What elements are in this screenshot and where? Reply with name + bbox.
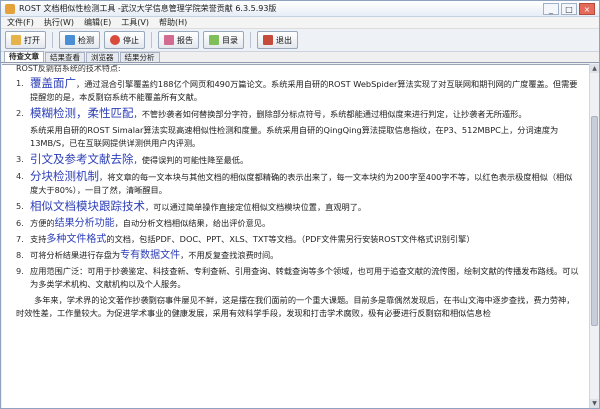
window-controls: _ □ × xyxy=(543,2,595,15)
closing-paragraph: 多年来，学术界的论文著作抄袭剽窃事件屡见不鲜，这是摆在我们面前的一个重大课题。目… xyxy=(16,295,575,318)
toolbar-divider xyxy=(250,32,251,48)
exit-button[interactable]: 退出 xyxy=(257,31,298,49)
minimize-button[interactable]: _ xyxy=(543,2,559,15)
stop-button[interactable]: 停止 xyxy=(104,31,145,49)
item-text: 引文及参考文献去除，使得误判的可能性降至最低。 xyxy=(30,153,580,167)
item-keyword: 相似文档模块跟踪技术 xyxy=(30,199,145,213)
list-item: 4. 分块检测机制，将文章的每一文本块与其他文档的相似度都精确的表示出来了，每一… xyxy=(16,170,580,197)
article-body: ROST反剽窃系统的技术特点: 1. 覆盖面广，通过混合引擎覆盖约188亿个网页… xyxy=(2,65,590,320)
item-number: 1. xyxy=(16,78,24,88)
item-number: 9. xyxy=(16,266,24,276)
tab-results-view[interactable]: 结果查看 xyxy=(45,52,85,62)
toolbar-divider xyxy=(52,32,53,48)
article-text-area[interactable]: ROST反剽窃系统的技术特点: 1. 覆盖面广，通过混合引擎覆盖约188亿个网页… xyxy=(2,64,590,408)
title-bar: ROST 文档相似性检测工具 -武汉大学信息管理学院荣誉贡献 6.3.5.93版… xyxy=(1,1,599,17)
list-item: 9. 应用范围广泛：可用于抄袭鉴定、科技查新、专利查新、引用查询、转载查询等多个… xyxy=(16,265,580,291)
list-item: 8. 可将分析结果进行存盘为专有数据文件，不用反复查找浪费时间。 xyxy=(16,249,580,262)
item-prefix: 方便的 xyxy=(30,218,55,228)
list-item: 1. 覆盖面广，通过混合引擎覆盖约188亿个网页和490万篇论文。系统采用自研的… xyxy=(16,77,580,104)
item-keyword: 模糊检测，柔性匹配 xyxy=(30,106,134,120)
scroll-thumb[interactable] xyxy=(591,116,598,326)
menu-edit[interactable]: 编辑(E) xyxy=(84,17,111,28)
directory-icon xyxy=(209,35,219,45)
exit-icon xyxy=(263,35,273,45)
item-desc: ，可以通过简单操作直接定位相似文档模块位置，直观明了。 xyxy=(145,202,367,212)
item-text: 应用范围广泛：可用于抄袭鉴定、科技查新、专利查新、引用查询、转载查询等多个领域，… xyxy=(30,266,579,289)
exit-label: 退出 xyxy=(276,35,292,45)
item-prefix: 可将分析结果进行存盘为 xyxy=(30,250,121,260)
app-window: ROST 文档相似性检测工具 -武汉大学信息管理学院荣誉贡献 6.3.5.93版… xyxy=(0,0,600,409)
directory-label: 目录 xyxy=(222,35,238,45)
close-button[interactable]: × xyxy=(579,2,595,15)
stop-icon xyxy=(110,35,120,45)
item-number: 2. xyxy=(16,108,24,118)
item-desc: ，使得误判的可能性降至最低。 xyxy=(133,155,249,165)
vertical-scrollbar[interactable]: ▲ ▼ xyxy=(589,64,599,408)
check-icon xyxy=(65,35,75,45)
menu-run[interactable]: 执行(W) xyxy=(44,17,74,28)
folder-open-icon xyxy=(11,35,21,45)
item-keyword: 专有数据文件 xyxy=(120,250,181,261)
item-keyword: 覆盖面广 xyxy=(30,76,76,90)
report-icon xyxy=(164,35,174,45)
app-logo-icon xyxy=(5,3,15,14)
item-prefix: 支持 xyxy=(30,234,47,244)
list-item: 2. 模糊检测，柔性匹配，不管抄袭者如何替换部分字符，删除部分标点符号，系统都能… xyxy=(16,107,580,121)
item-text: 方便的结果分析功能，自动分析文档相似结果，给出评价意见。 xyxy=(30,217,580,230)
item-desc: ，自动分析文档相似结果，给出评价意见。 xyxy=(114,218,271,228)
item-number: 7. xyxy=(16,234,24,244)
intro-line: ROST反剽窃系统的技术特点: xyxy=(16,65,121,73)
tab-browser[interactable]: 浏览器 xyxy=(86,52,119,62)
list-item: 5. 相似文档模块跟踪技术，可以通过简单操作直接定位相似文档模块位置，直观明了。 xyxy=(16,200,580,214)
scroll-up-icon[interactable]: ▲ xyxy=(590,64,599,73)
item-keyword: 结果分析功能 xyxy=(54,218,115,229)
item-number: 6. xyxy=(16,218,24,228)
item-keyword: 多种文件格式 xyxy=(46,234,107,245)
tab-bar: 待查文章 结果查看 浏览器 结果分析 xyxy=(1,51,599,63)
item-number: 3. xyxy=(16,154,24,164)
scroll-down-icon[interactable]: ▼ xyxy=(590,399,599,408)
report-button[interactable]: 报告 xyxy=(158,31,199,49)
item-text: 覆盖面广，通过混合引擎覆盖约188亿个网页和490万篇论文。系统采用自研的ROS… xyxy=(30,77,580,104)
item-text: 支持多种文件格式的文档，包括PDF、DOC、PPT、XLS、TXT等文档。（PD… xyxy=(30,233,580,246)
check-label: 检测 xyxy=(78,35,94,45)
menu-tools[interactable]: 工具(V) xyxy=(121,17,149,28)
tab-pending-article[interactable]: 待查文章 xyxy=(4,51,44,62)
report-label: 报告 xyxy=(177,35,193,45)
list-item: 系统采用自研的ROST Simalar算法实现高速相似性检测和度量。系统采用自研… xyxy=(16,124,580,150)
item-number: 8. xyxy=(16,250,24,260)
maximize-button[interactable]: □ xyxy=(561,2,577,15)
item-keyword: 引文及参考文献去除 xyxy=(30,152,134,166)
item-desc: 的文档，包括PDF、DOC、PPT、XLS、TXT等文档。（PDF文件需另行安装… xyxy=(106,234,475,244)
check-button[interactable]: 检测 xyxy=(59,31,100,49)
menu-help[interactable]: 帮助(H) xyxy=(159,17,187,28)
window-title: ROST 文档相似性检测工具 -武汉大学信息管理学院荣誉贡献 6.3.5.93版 xyxy=(19,4,277,13)
item-number: 4. xyxy=(16,171,24,181)
item-desc: ，通过混合引擎覆盖约188亿个网页和490万篇论文。系统采用自研的ROST We… xyxy=(30,79,578,102)
item-number xyxy=(16,124,30,150)
menu-bar: 文件(F) 执行(W) 编辑(E) 工具(V) 帮助(H) xyxy=(1,17,599,29)
item-text: 系统采用自研的ROST Simalar算法实现高速相似性检测和度量。系统采用自研… xyxy=(30,125,559,148)
item-number: 5. xyxy=(16,201,24,211)
open-label: 打开 xyxy=(24,35,40,45)
list-item: 3. 引文及参考文献去除，使得误判的可能性降至最低。 xyxy=(16,153,580,167)
toolbar: 打开 检测 停止 报告 目录 退出 xyxy=(1,29,599,52)
item-desc: ，将文章的每一文本块与其他文档的相似度都精确的表示出来了，每一文本块约为200字… xyxy=(30,172,573,195)
item-text: 分块检测机制，将文章的每一文本块与其他文档的相似度都精确的表示出来了，每一文本块… xyxy=(30,170,580,197)
open-button[interactable]: 打开 xyxy=(5,31,46,49)
item-desc: ，不用反复查找浪费时间。 xyxy=(180,250,279,260)
item-text: 相似文档模块跟踪技术，可以通过简单操作直接定位相似文档模块位置，直观明了。 xyxy=(30,200,580,214)
item-text: 模糊检测，柔性匹配，不管抄袭者如何替换部分字符，删除部分标点符号，系统都能通过相… xyxy=(30,107,580,121)
toolbar-divider xyxy=(151,32,152,48)
stop-label: 停止 xyxy=(123,35,139,45)
item-keyword: 分块检测机制 xyxy=(30,169,99,183)
item-desc: ，不管抄袭者如何替换部分字符，删除部分标点符号，系统都能通过相似度来进行判定，让… xyxy=(133,109,527,119)
item-text: 可将分析结果进行存盘为专有数据文件，不用反复查找浪费时间。 xyxy=(30,249,580,262)
list-item: 7. 支持多种文件格式的文档，包括PDF、DOC、PPT、XLS、TXT等文档。… xyxy=(16,233,580,246)
menu-file[interactable]: 文件(F) xyxy=(7,17,34,28)
tab-results-analysis[interactable]: 结果分析 xyxy=(119,52,160,62)
directory-button[interactable]: 目录 xyxy=(203,31,244,49)
list-item: 6. 方便的结果分析功能，自动分析文档相似结果，给出评价意见。 xyxy=(16,217,580,230)
